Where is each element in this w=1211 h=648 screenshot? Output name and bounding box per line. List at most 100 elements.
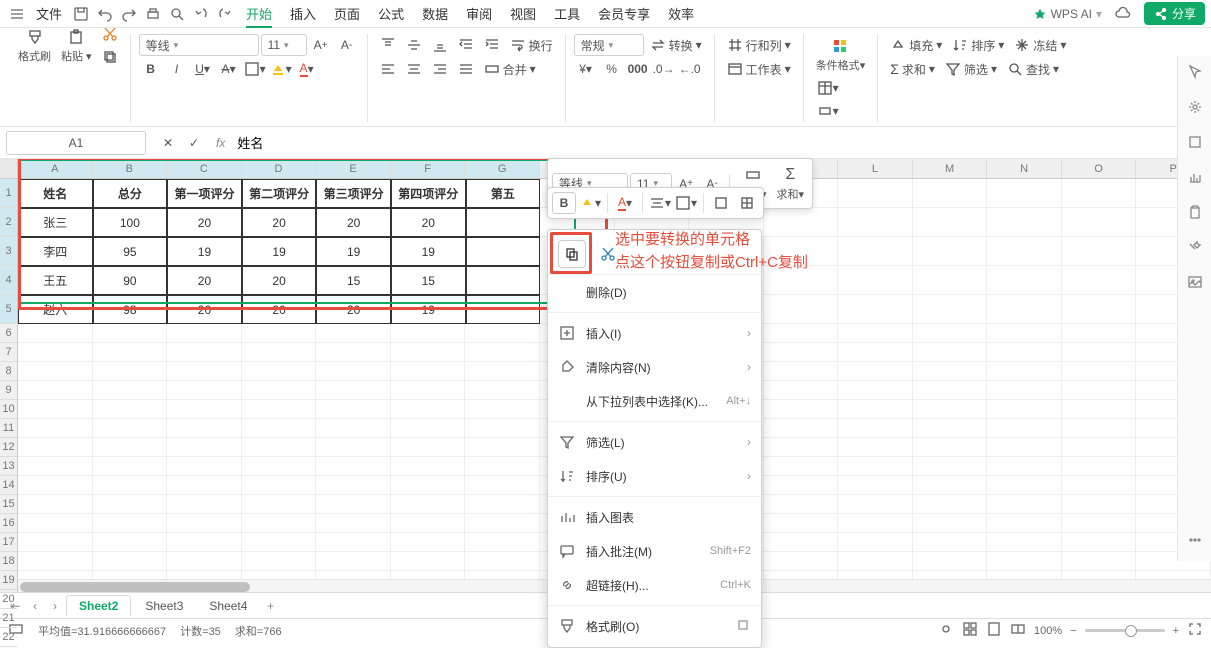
sheet-tab-4[interactable]: Sheet4 [197,596,259,616]
ctx-chart[interactable]: 插入图表 [548,500,761,534]
cell-F6[interactable] [391,324,466,343]
cell-G3[interactable] [466,237,541,266]
cell-L4[interactable] [838,266,913,295]
cell-C12[interactable] [167,438,242,457]
cell-F5[interactable]: 19 [391,295,466,324]
cell-C4[interactable]: 20 [167,266,242,295]
cell-C3[interactable]: 19 [167,237,242,266]
cell-N7[interactable] [987,343,1062,362]
cell-M13[interactable] [913,457,988,476]
cell-C14[interactable] [167,476,242,495]
cell-G2[interactable] [466,208,541,237]
cell-M8[interactable] [913,362,988,381]
cell-A14[interactable] [18,476,93,495]
ctx-format-painter[interactable]: 格式刷(O) [548,609,761,643]
cell-G7[interactable] [465,343,540,362]
fx-icon[interactable]: fx [210,136,231,150]
select-all-corner[interactable] [0,159,17,179]
cell-L13[interactable] [838,457,913,476]
sheet-nav-next[interactable]: › [46,597,64,615]
cell-G5[interactable] [466,295,541,324]
add-sheet-button[interactable]: + [261,597,279,615]
cell-F9[interactable] [391,381,466,400]
cell-N2[interactable] [987,208,1062,237]
cell-D17[interactable] [242,533,317,552]
name-box[interactable]: A1 [6,131,146,155]
cell-M10[interactable] [913,400,988,419]
cell-C9[interactable] [167,381,242,400]
cell-D7[interactable] [242,343,317,362]
cell-F1[interactable]: 第四项评分 [391,179,466,208]
mini-sum-button[interactable]: Σ求和▾ [773,163,809,204]
cell-A13[interactable] [18,457,93,476]
cell-L2[interactable] [838,208,913,237]
cell-N4[interactable] [987,266,1062,295]
cell-D13[interactable] [242,457,317,476]
mini-bold-icon[interactable]: B [552,192,576,214]
wrap-button[interactable]: 换行 [506,34,557,56]
cell-M7[interactable] [913,343,988,362]
cell-B3[interactable]: 95 [93,237,168,266]
cell-A2[interactable]: 张三 [18,208,93,237]
cell-K18[interactable] [764,552,839,571]
cell-M14[interactable] [913,476,988,495]
cell-C2[interactable]: 20 [167,208,242,237]
cell-D6[interactable] [242,324,317,343]
cell-O1[interactable] [1062,179,1137,208]
cell-C13[interactable] [167,457,242,476]
cell-N16[interactable] [987,514,1062,533]
share-button[interactable]: 分享 [1144,2,1205,25]
cell-M15[interactable] [913,495,988,514]
cell-G8[interactable] [465,362,540,381]
find-button[interactable]: 查找▾ [1003,58,1063,80]
cell-F16[interactable] [391,514,466,533]
col-header-A[interactable]: A [18,159,93,178]
print-icon[interactable] [142,3,164,25]
mini-border-icon[interactable]: ▾ [674,192,698,214]
cell-G10[interactable] [465,400,540,419]
tab-tools[interactable]: 工具 [554,0,580,27]
cell-O12[interactable] [1062,438,1137,457]
cell-M5[interactable] [913,295,988,324]
ctx-dropdown-select[interactable]: 从下拉列表中选择(K)...Alt+↓ [548,384,761,418]
cell-N9[interactable] [987,381,1062,400]
cell-C18[interactable] [167,552,242,571]
cut-icon[interactable] [98,23,122,45]
font-size-dropdown[interactable]: 11▾ [261,34,307,56]
zoom-slider[interactable] [1085,629,1165,632]
cell-A12[interactable] [18,438,93,457]
cell-B15[interactable] [93,495,168,514]
cell-A11[interactable] [18,419,93,438]
cell-A8[interactable] [18,362,93,381]
sheet-tab-3[interactable]: Sheet3 [133,596,195,616]
cell-N10[interactable] [987,400,1062,419]
cell-B14[interactable] [93,476,168,495]
cell-N8[interactable] [987,362,1062,381]
save-icon[interactable] [70,3,92,25]
dec-dec-icon[interactable]: ←.0 [678,58,702,80]
row-header-4[interactable]: 4 [0,266,17,295]
row-header-20[interactable]: 20 [0,590,17,609]
cell-O10[interactable] [1062,400,1137,419]
side-settings-icon[interactable] [1187,99,1203,118]
justify-icon[interactable] [454,58,478,80]
cell-C7[interactable] [167,343,242,362]
tab-review[interactable]: 审阅 [466,0,492,27]
row-header-8[interactable]: 8 [0,362,17,381]
cell-F3[interactable]: 19 [391,237,466,266]
ctx-link[interactable]: 超链接(H)...Ctrl+K [548,568,761,602]
row-header-9[interactable]: 9 [0,381,17,400]
cell-O11[interactable] [1062,419,1137,438]
fullscreen-icon[interactable] [1187,621,1203,640]
font-family-dropdown[interactable]: 等线▾ [139,34,259,56]
cell-E12[interactable] [316,438,391,457]
cell-A7[interactable] [18,343,93,362]
row-header-22[interactable]: 22 [0,628,17,647]
cell-B10[interactable] [93,400,168,419]
cell-M12[interactable] [913,438,988,457]
col-header-N[interactable]: N [987,159,1062,178]
cell-E14[interactable] [316,476,391,495]
cell-N12[interactable] [987,438,1062,457]
sheet-tab-2[interactable]: Sheet2 [66,595,131,616]
cell-K14[interactable] [764,476,839,495]
